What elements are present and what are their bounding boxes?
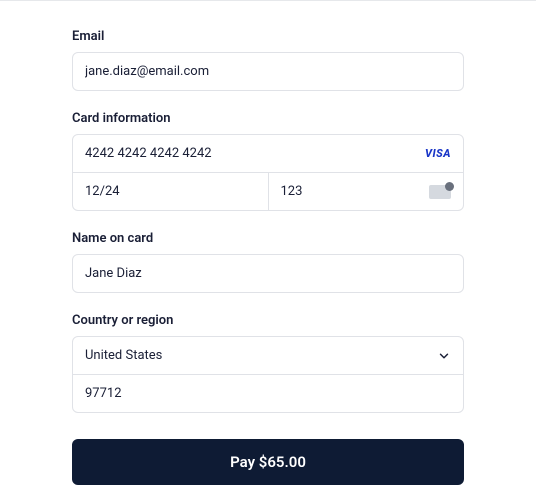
- email-group: Email: [72, 29, 464, 91]
- country-label: Country or region: [72, 313, 464, 328]
- name-label: Name on card: [72, 231, 464, 246]
- visa-icon: VISA: [425, 147, 451, 160]
- card-group: Card information 4242 4242 4242 4242 VIS…: [72, 111, 464, 211]
- cvc-card-icon: [429, 185, 451, 199]
- country-group: Country or region United States 97712: [72, 313, 464, 413]
- email-label: Email: [72, 29, 464, 44]
- chevron-down-icon: [437, 349, 451, 363]
- pay-button[interactable]: Pay $65.00: [72, 439, 464, 485]
- name-group: Name on card: [72, 231, 464, 293]
- card-expiry-input[interactable]: 12/24: [73, 173, 268, 210]
- card-number-value: 4242 4242 4242 4242: [85, 146, 212, 161]
- card-box: 4242 4242 4242 4242 VISA 12/24 123: [72, 134, 464, 211]
- card-expiry-value: 12/24: [85, 184, 120, 199]
- postal-value: 97712: [85, 386, 122, 401]
- card-cvc-input[interactable]: 123: [268, 173, 464, 210]
- card-number-row[interactable]: 4242 4242 4242 4242 VISA: [73, 135, 463, 172]
- email-input[interactable]: [72, 52, 464, 91]
- country-selected-value: United States: [85, 348, 162, 363]
- card-label: Card information: [72, 111, 464, 126]
- postal-input[interactable]: 97712: [73, 374, 463, 412]
- country-box: United States 97712: [72, 336, 464, 413]
- card-cvc-value: 123: [281, 184, 303, 199]
- name-input[interactable]: [72, 254, 464, 293]
- card-exp-cvc-row: 12/24 123: [73, 172, 463, 210]
- country-select[interactable]: United States: [73, 337, 463, 374]
